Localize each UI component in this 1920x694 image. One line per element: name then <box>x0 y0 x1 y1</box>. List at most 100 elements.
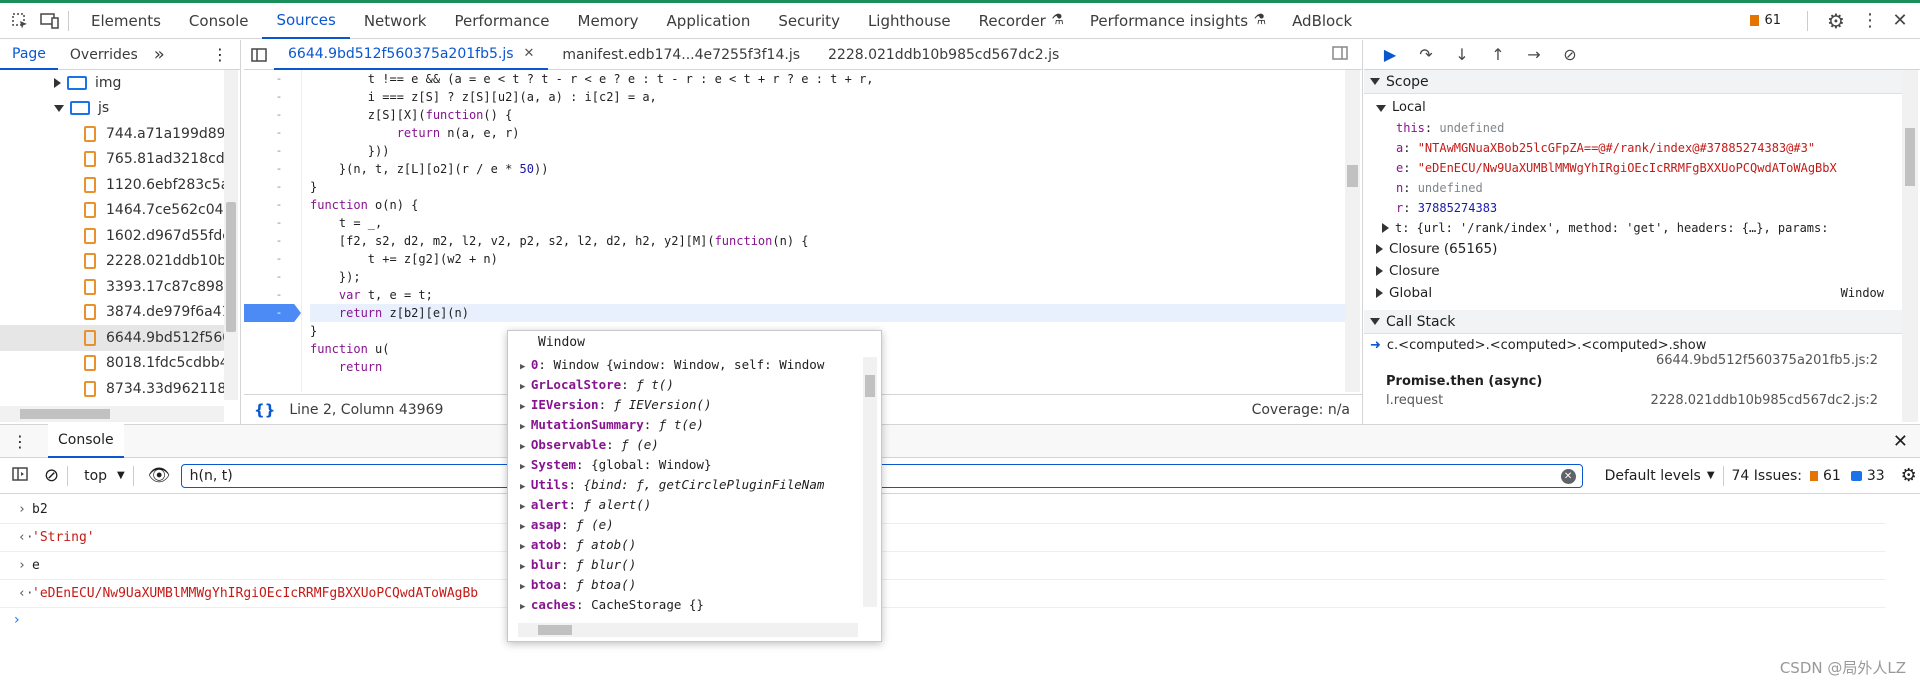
toggle-debugger-icon[interactable] <box>1332 45 1348 64</box>
tab-network[interactable]: Network <box>350 3 441 39</box>
code-scrollbar-thumb[interactable] <box>1347 165 1358 187</box>
popover-property[interactable]: ▶ Observable: ƒ (e) <box>520 435 881 455</box>
debugger-scrollbar-thumb[interactable] <box>1905 128 1915 186</box>
console-settings-gear-icon[interactable]: ⚙ <box>1901 465 1917 486</box>
console-issues-button[interactable]: 74 Issues: 61 33 <box>1732 468 1885 484</box>
gutter-line[interactable]: - <box>244 70 301 88</box>
tab-application[interactable]: Application <box>653 3 765 39</box>
tree-item[interactable]: img <box>0 70 224 96</box>
tab-recorder[interactable]: Recorder ⚗ <box>965 3 1076 39</box>
callstack-frame[interactable]: l.request 2228.021ddb10b985cd567dc2.js:2 <box>1364 389 1902 408</box>
popover-property[interactable]: ▶ alert: ƒ alert() <box>520 495 881 515</box>
popover-scrollbar[interactable] <box>863 357 877 607</box>
popover-property[interactable]: ▶ blur: ƒ blur() <box>520 555 881 575</box>
popover-property[interactable]: ▶ Utils: {bind: ƒ, getCirclePluginFileNa… <box>520 475 881 495</box>
closure-item[interactable]: Closure (65165) <box>1364 238 1902 260</box>
gutter-line[interactable]: - <box>244 232 301 250</box>
tree-item[interactable]: 3393.17c87c8983 <box>0 274 224 300</box>
tab-lighthouse[interactable]: Lighthouse <box>854 3 965 39</box>
gutter-line[interactable]: - <box>244 142 301 160</box>
gutter-line[interactable]: - <box>244 196 301 214</box>
tab-security[interactable]: Security <box>764 3 854 39</box>
gutter-line[interactable]: - <box>244 88 301 106</box>
editor-tab[interactable]: manifest.edb174...4e7255f3f14.js <box>548 40 814 70</box>
toggle-navigator-icon[interactable] <box>244 47 274 62</box>
gutter-line[interactable]: - <box>244 178 301 196</box>
tab-performance[interactable]: Performance <box>440 3 563 39</box>
scope-var[interactable]: a: "NTAwMGNuaXBob25lcGFpZA==@#/rank/inde… <box>1364 138 1902 158</box>
clear-console-icon[interactable]: ⊘ <box>44 465 59 486</box>
callstack-section-header[interactable]: Call Stack <box>1364 310 1902 334</box>
issues-badge[interactable]: 61 <box>1750 13 1781 28</box>
gutter-line[interactable]: - <box>244 286 301 304</box>
popover-hscrollbar[interactable] <box>518 623 858 637</box>
file-tree-hscrollbar[interactable] <box>0 406 224 422</box>
tab-memory[interactable]: Memory <box>564 3 653 39</box>
popover-property[interactable]: ▶ 0: Window {window: Window, self: Windo… <box>520 355 881 375</box>
popover-hscrollbar-thumb[interactable] <box>538 625 572 635</box>
editor-tab-active[interactable]: 6644.9bd512f560375a201fb5.js ✕ <box>274 39 549 70</box>
tree-item[interactable]: 6644.9bd512f560 <box>0 325 224 351</box>
tree-item[interactable]: 8018.1fdc5cdbb4 <box>0 351 224 377</box>
debugger-scrollbar[interactable] <box>1902 70 1918 422</box>
scope-var-t[interactable]: t: {url: '/rank/index', method: 'get', h… <box>1364 218 1902 238</box>
tab-performance-insights[interactable]: Performance insights ⚗ <box>1076 3 1278 39</box>
console-prompt-icon[interactable]: › <box>14 612 20 628</box>
settings-gear-icon[interactable]: ⚙ <box>1826 9 1846 33</box>
gutter-line[interactable]: - <box>244 214 301 232</box>
popover-scrollbar-thumb[interactable] <box>865 375 875 397</box>
tab-elements[interactable]: Elements <box>77 3 175 39</box>
popover-property[interactable]: ▶ atob: ƒ atob() <box>520 535 881 555</box>
local-scope-header[interactable]: Local <box>1364 98 1902 118</box>
code-scrollbar[interactable] <box>1345 70 1360 392</box>
console-sidebar-icon[interactable] <box>12 466 28 485</box>
tab-overrides[interactable]: Overrides <box>58 40 150 70</box>
tree-item[interactable]: 8734.33d962118 <box>0 376 224 400</box>
console-message[interactable]: › b2 <box>0 496 1885 524</box>
tree-item[interactable]: 1464.7ce562c04c <box>0 198 224 224</box>
console-message[interactable]: ‹· 'String' <box>0 524 1885 552</box>
gutter-line[interactable]: - <box>244 160 301 178</box>
popover-property[interactable]: ▶ GrLocalStore: ƒ t() <box>520 375 881 395</box>
file-tree-scrollbar[interactable] <box>224 70 238 400</box>
popover-property[interactable]: ▶ asap: ƒ (e) <box>520 515 881 535</box>
step-over-icon[interactable]: ↷ <box>1408 40 1444 70</box>
more-tabs-chevron-icon[interactable]: » <box>150 40 169 70</box>
resume-icon[interactable]: ▶ <box>1372 40 1408 70</box>
clear-filter-icon[interactable]: ✕ <box>1560 468 1576 484</box>
popover-property[interactable]: ▶ MutationSummary: ƒ t(e) <box>520 415 881 435</box>
popover-property[interactable]: ▶ System: {global: Window} <box>520 455 881 475</box>
callstack-location[interactable]: 6644.9bd512f560375a201fb5.js:2 <box>1370 353 1902 368</box>
popover-property[interactable]: ▶ caches: CacheStorage {} <box>520 595 881 615</box>
step-into-icon[interactable]: ↓ <box>1444 40 1480 70</box>
context-selector[interactable]: top ▼ <box>84 468 125 484</box>
navigator-menu-icon[interactable]: ⋮ <box>212 45 228 64</box>
tab-console[interactable]: Console <box>175 3 263 39</box>
tree-item[interactable]: 744.a71a199d897 <box>0 121 224 147</box>
file-tree-scrollbar-thumb[interactable] <box>226 202 236 332</box>
pretty-print-icon[interactable]: {} <box>254 401 275 419</box>
tree-item[interactable]: js <box>0 96 224 122</box>
scope-var[interactable]: e: "eDEnECU/Nw9UaXUMBlMMWgYhIRgiOEcIcRRM… <box>1364 158 1902 178</box>
inspect-element-icon[interactable] <box>10 11 30 31</box>
tree-item[interactable]: 3874.de979f6a41 <box>0 300 224 326</box>
step-icon[interactable]: → <box>1516 40 1552 70</box>
popover-property[interactable]: ▶ IEVersion: ƒ IEVersion() <box>520 395 881 415</box>
closure-item[interactable]: Global Window <box>1364 282 1902 304</box>
tree-item[interactable]: 1602.d967d55fdc <box>0 223 224 249</box>
gutter-line[interactable]: - <box>244 250 301 268</box>
breakpoint-marker[interactable]: - <box>244 304 301 322</box>
step-out-icon[interactable]: ↑ <box>1480 40 1516 70</box>
drawer-menu-icon[interactable]: ⋮ <box>12 432 28 451</box>
close-drawer-icon[interactable]: ✕ <box>1893 431 1908 452</box>
close-devtools-icon[interactable]: ✕ <box>1890 10 1910 31</box>
console-message[interactable]: ‹·'eDEnECU/Nw9UaXUMBlMMWgYhIRgiOEcIcRRMF… <box>0 580 1885 608</box>
expanded-triangle-icon[interactable] <box>54 104 64 112</box>
more-options-icon[interactable]: ⋮ <box>1860 10 1880 31</box>
console-drawer-tab[interactable]: Console <box>48 424 124 458</box>
tree-item[interactable]: 2228.021ddb10b <box>0 249 224 275</box>
callstack-frame-active[interactable]: ➜ c.<computed>.<computed>.<computed>.show… <box>1364 334 1902 368</box>
close-tab-icon[interactable]: ✕ <box>524 46 535 61</box>
tree-item[interactable]: 765.81ad3218cd0 <box>0 147 224 173</box>
live-expression-eye-icon[interactable]: 👁 <box>148 465 171 486</box>
